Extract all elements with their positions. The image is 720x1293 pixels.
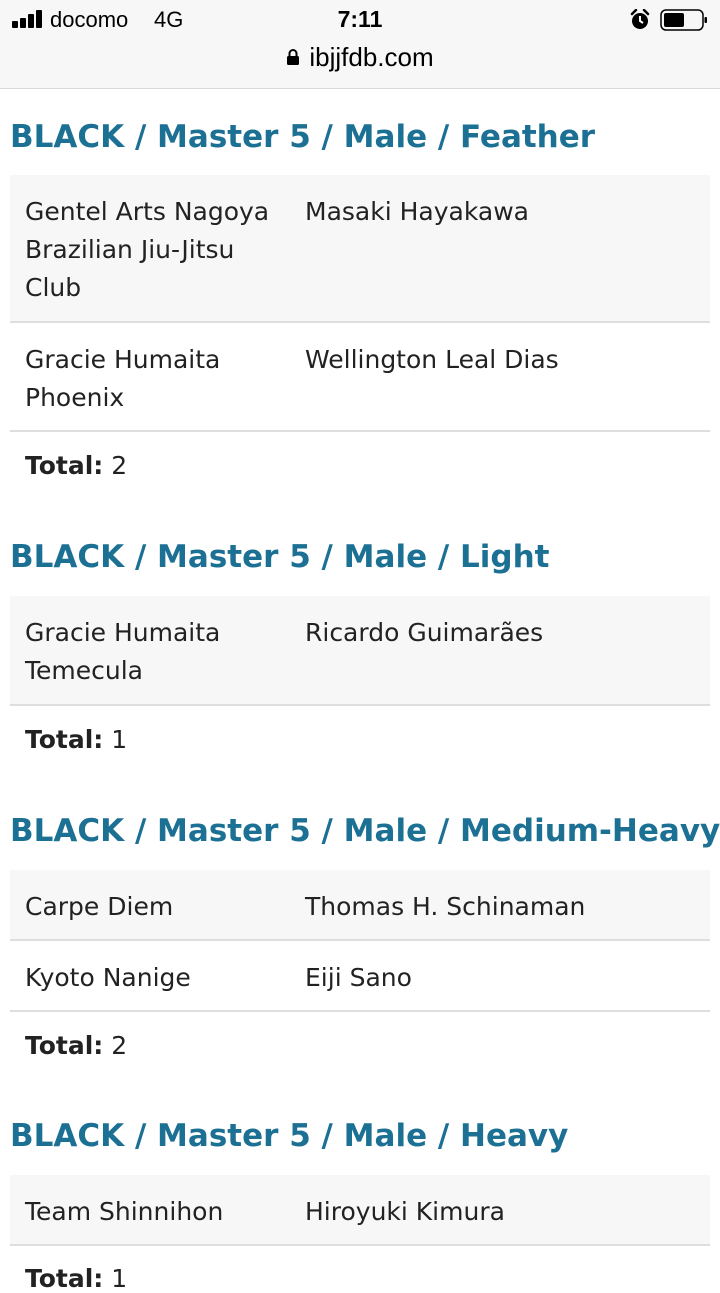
total-count: Total: 1 xyxy=(25,725,127,754)
total-count: Total: 1 xyxy=(25,1264,127,1293)
table-row: Team Shinnihon Hiroyuki Kimura xyxy=(10,1175,710,1246)
team-name: Gracie Humaita Phoenix xyxy=(25,345,221,412)
division-title: BLACK / Master 5 / Male / Light xyxy=(10,539,550,575)
total-count: Total: 2 xyxy=(25,1031,127,1060)
team-name: Kyoto Nanige xyxy=(25,963,191,992)
table-row: Carpe Diem Thomas H. Schinaman xyxy=(10,870,710,941)
division-title: BLACK / Master 5 / Male / Heavy xyxy=(10,1118,569,1154)
team-name: Carpe Diem xyxy=(25,892,174,921)
table-row: Gracie Humaita Temecula Ricardo Guimarãe… xyxy=(10,596,710,706)
total-label: Total: xyxy=(25,451,104,480)
address-bar[interactable]: ibjjfdb.com xyxy=(0,40,720,74)
team-name: Team Shinnihon xyxy=(25,1197,224,1226)
total-count: Total: 2 xyxy=(25,451,127,480)
athlete-name: Hiroyuki Kimura xyxy=(305,1197,505,1226)
team-name: Gentel Arts Nagoya Brazilian Jiu-Jitsu C… xyxy=(25,197,270,302)
status-bar: docomo 4G 7:11 ibjjfdb.com xyxy=(0,0,720,89)
team-name: Gracie Humaita Temecula xyxy=(25,618,221,685)
total-label: Total: xyxy=(25,1031,104,1060)
total-value: 2 xyxy=(111,451,128,480)
total-label: Total: xyxy=(25,725,104,754)
table-row: Gracie Humaita Phoenix Wellington Leal D… xyxy=(10,323,710,432)
athlete-name: Masaki Hayakawa xyxy=(305,197,529,226)
athlete-name: Eiji Sano xyxy=(305,963,412,992)
total-value: 1 xyxy=(111,725,128,754)
total-value: 2 xyxy=(111,1031,128,1060)
table-row: Kyoto Nanige Eiji Sano xyxy=(10,941,710,1012)
athlete-name: Wellington Leal Dias xyxy=(305,345,559,374)
total-label: Total: xyxy=(25,1264,104,1293)
division-title: BLACK / Master 5 / Male / Feather xyxy=(10,119,596,155)
table-row: Gentel Arts Nagoya Brazilian Jiu-Jitsu C… xyxy=(10,175,710,323)
battery-icon xyxy=(660,9,707,31)
athlete-name: Ricardo Guimarães xyxy=(305,618,544,647)
alarm-icon xyxy=(630,9,650,29)
clock-time: 7:11 xyxy=(337,6,383,32)
url-text[interactable]: ibjjfdb.com xyxy=(309,42,433,73)
lock-icon xyxy=(287,49,300,65)
total-value: 1 xyxy=(111,1264,128,1293)
athlete-name: Thomas H. Schinaman xyxy=(305,892,586,921)
division-title: BLACK / Master 5 / Male / Medium-Heavy xyxy=(10,813,720,849)
